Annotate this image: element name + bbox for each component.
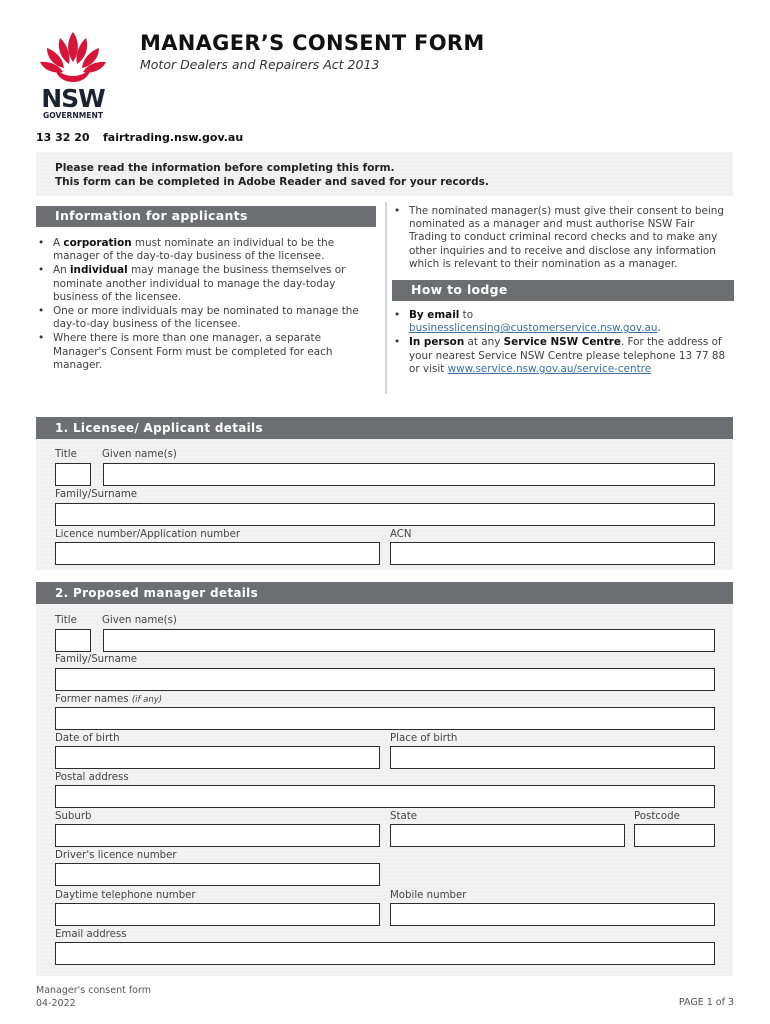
acn-label: ACN — [390, 529, 412, 540]
info-right-panel: The nominated manager(s) must give their… — [392, 205, 734, 377]
daytime-phone-label: Daytime telephone number — [55, 890, 196, 901]
title-label: Title — [55, 449, 77, 460]
postal-address-label: Postal address — [55, 772, 129, 783]
title-label: Title — [55, 615, 77, 626]
email-link[interactable]: businesslicensing@customerservice.nsw.go… — [409, 322, 657, 334]
column-divider — [385, 202, 387, 394]
licensee-surname-input[interactable] — [55, 503, 715, 526]
manager-surname-input[interactable] — [55, 668, 715, 691]
page-number: PAGE 1 of 3 — [678, 997, 734, 1008]
website-link[interactable]: fairtrading.nsw.gov.au — [103, 131, 243, 144]
suburb-label: Suburb — [55, 811, 92, 822]
drivers-licence-input[interactable] — [55, 863, 380, 886]
waratah-icon: NSW GOVERNMENT — [40, 32, 106, 120]
section-2-heading: 2. Proposed manager details — [36, 582, 733, 604]
state-input[interactable] — [390, 824, 625, 847]
list-item: Where there is more than one manager, a … — [36, 332, 376, 372]
how-to-lodge-list: By email tobusinesslicensing@customerser… — [392, 309, 734, 376]
logo-government-text: GOVERNMENT — [43, 111, 104, 120]
list-item: One or more individuals may be nominated… — [36, 305, 376, 331]
how-to-lodge-heading: How to lodge — [392, 280, 734, 302]
surname-label: Family/Surname — [55, 489, 138, 500]
former-names-note: (if any) — [131, 695, 163, 705]
email-label: Email address — [55, 929, 127, 940]
list-item: By email tobusinesslicensing@customerser… — [392, 309, 734, 335]
pob-label: Place of birth — [390, 733, 458, 744]
nsw-government-logo: NSW GOVERNMENT — [33, 28, 113, 120]
postcode-input[interactable] — [634, 824, 715, 847]
suburb-input[interactable] — [55, 824, 380, 847]
daytime-phone-input[interactable] — [55, 903, 380, 926]
section-licensee-details: 1. Licensee/ Applicant details Title Giv… — [36, 417, 733, 570]
list-item: An individual may manage the business th… — [36, 264, 376, 304]
form-subtitle: Motor Dealers and Repairers Act 2013 — [140, 57, 380, 72]
phone-number: 13 32 20 — [36, 131, 90, 144]
footer-version: 04-2022 — [36, 997, 76, 1009]
list-item: The nominated manager(s) must give their… — [392, 205, 734, 271]
section-proposed-manager: 2. Proposed manager details Title Given … — [36, 582, 733, 976]
state-label: State — [390, 811, 417, 822]
list-item: In person at any Service NSW Centre. For… — [392, 336, 734, 376]
logo-nsw-text: NSW — [41, 84, 105, 113]
info-applicants-heading: Information for applicants — [36, 206, 376, 227]
licensee-title-input[interactable] — [55, 463, 91, 486]
form-title: MANAGER’S CONSENT FORM — [140, 31, 485, 55]
info-applicants-list: A corporation must nominate an individua… — [36, 237, 376, 372]
licence-number-label: Licence number/Application number — [55, 529, 241, 540]
info-applicants-panel: Information for applicants A corporation… — [36, 206, 376, 373]
dob-input[interactable] — [55, 746, 380, 769]
given-names-label: Given name(s) — [102, 449, 177, 460]
postcode-label: Postcode — [634, 811, 680, 822]
dob-label: Date of birth — [55, 733, 120, 744]
email-input[interactable] — [55, 942, 715, 965]
former-names-label: Former names (if any) — [55, 694, 163, 705]
manager-title-input[interactable] — [55, 629, 91, 652]
mobile-label: Mobile number — [390, 890, 467, 901]
acn-input[interactable] — [390, 542, 715, 565]
mobile-input[interactable] — [390, 903, 715, 926]
licensee-given-names-input[interactable] — [103, 463, 715, 486]
notice-line-1: Please read the information before compl… — [55, 162, 395, 174]
consent-list: The nominated manager(s) must give their… — [392, 205, 734, 271]
footer-form-info: Manager's consent form 04-2022 — [36, 985, 151, 1010]
manager-given-names-input[interactable] — [103, 629, 715, 652]
drivers-licence-label: Driver's licence number — [55, 850, 177, 861]
section-1-heading: 1. Licensee/ Applicant details — [36, 417, 733, 439]
service-centre-link[interactable]: www.service.nsw.gov.au/service-centre — [448, 363, 651, 375]
postal-address-input[interactable] — [55, 785, 715, 808]
surname-label: Family/Surname — [55, 654, 138, 665]
notice-line-2: This form can be completed in Adobe Read… — [55, 176, 489, 188]
licence-number-input[interactable] — [55, 542, 380, 565]
pob-input[interactable] — [390, 746, 715, 769]
given-names-label: Given name(s) — [102, 615, 177, 626]
former-names-input[interactable] — [55, 707, 715, 730]
notice-box: Please read the information before compl… — [36, 152, 733, 196]
footer-form-name: Manager's consent form — [36, 985, 151, 996]
list-item: A corporation must nominate an individua… — [36, 237, 376, 263]
